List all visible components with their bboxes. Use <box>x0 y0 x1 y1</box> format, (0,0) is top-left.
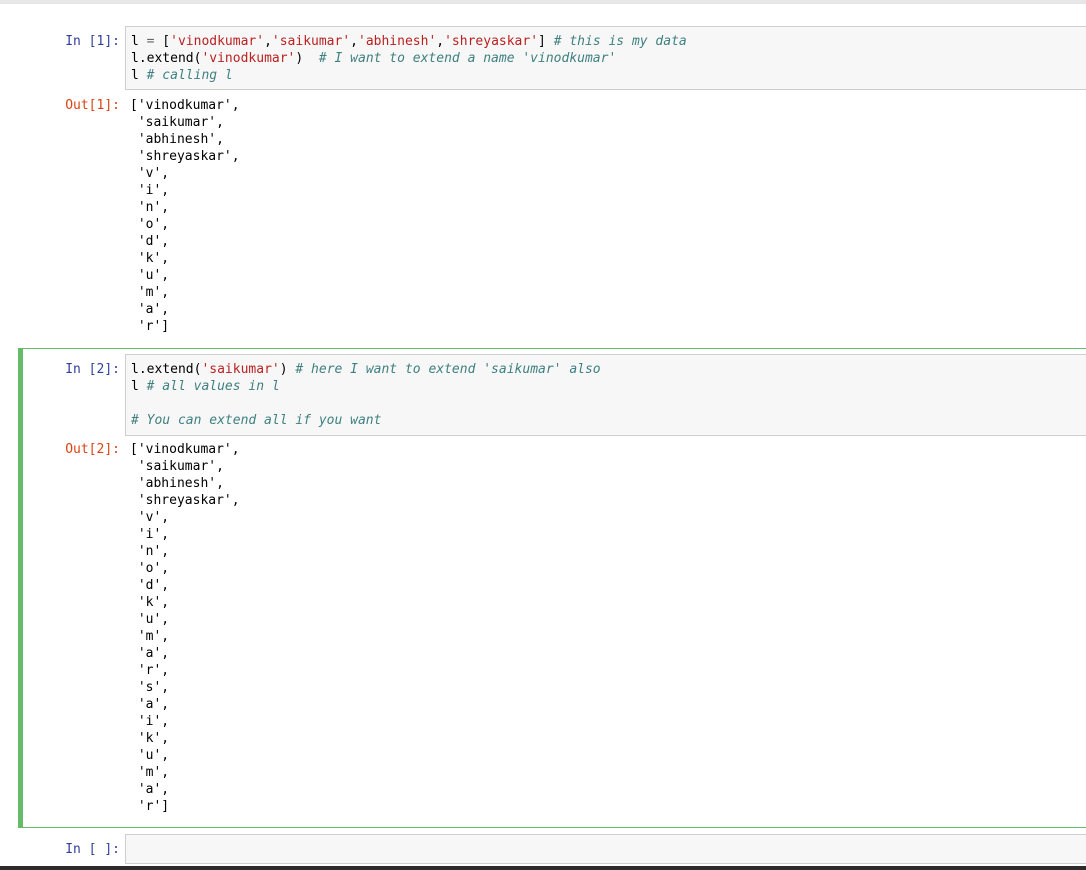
code-string: 'vinodkumar' <box>201 51 296 66</box>
code-token: l <box>131 379 147 394</box>
out-prompt-1: Out[1]: <box>65 98 120 113</box>
output-line: 'r'] <box>130 799 170 814</box>
output-line: 'm', <box>130 629 170 644</box>
in-prompt-2: In [2]: <box>65 362 120 377</box>
code-line: l # all values in l <box>131 378 1081 395</box>
output-line: 'k', <box>130 251 170 266</box>
output-line: 'u', <box>130 612 170 627</box>
code-token: l.extend( <box>131 362 202 377</box>
output-line: 'o', <box>130 561 170 576</box>
code-line: # You can extend all if you want <box>131 412 1081 429</box>
output-line: 'u', <box>130 748 170 763</box>
code-string: 'shreyaskar' <box>444 34 539 49</box>
output-line: 'd', <box>130 578 170 593</box>
code-token: , <box>264 34 272 49</box>
code-token: l <box>131 68 147 83</box>
output-line: 'n', <box>130 200 170 215</box>
code-token: , <box>350 34 358 49</box>
output-line: ['vinodkumar', <box>130 442 240 457</box>
output-line: 'abhinesh', <box>130 476 224 491</box>
code-line: l # calling l <box>131 67 1081 84</box>
code-string: 'saikumar' <box>271 34 351 49</box>
output-line: 'r'] <box>130 319 170 334</box>
code-line: l.extend('saikumar') # here I want to ex… <box>131 361 1081 378</box>
out-prompt-2: Out[2]: <box>65 442 120 457</box>
code-comment: # I want to extend a name 'vinodkumar' <box>318 51 617 66</box>
output-line: 'abhinesh', <box>130 132 224 147</box>
code-line: l = ['vinodkumar','saikumar','abhinesh',… <box>131 33 1081 50</box>
in-prompt-1: In [1]: <box>65 34 120 49</box>
output-line: 'o', <box>130 217 170 232</box>
code-token: [ <box>154 34 171 49</box>
code-comment: # this is my data <box>553 34 687 49</box>
output-line: 'saikumar', <box>130 115 224 130</box>
code-input-3[interactable] <box>125 834 1086 864</box>
output-line: 'm', <box>130 285 170 300</box>
code-token: , <box>436 34 445 49</box>
output-line: 'k', <box>130 731 170 746</box>
code-comment: # calling l <box>146 68 233 83</box>
code-input-1[interactable]: l = ['vinodkumar','saikumar','abhinesh',… <box>125 26 1086 90</box>
output-line: 's', <box>130 680 170 695</box>
output-line: 'i', <box>130 714 170 729</box>
code-cell-1[interactable]: In [1]: l = ['vinodkumar','saikumar','ab… <box>18 26 1086 342</box>
output-line: 'a', <box>130 697 170 712</box>
in-prompt-3: In [ ]: <box>65 842 120 857</box>
output-line: 'n', <box>130 544 170 559</box>
code-cell-2[interactable]: In [2]: l.extend('saikumar') # here I wa… <box>18 348 1086 828</box>
output-line: 'a', <box>130 646 170 661</box>
code-token: l <box>131 34 147 49</box>
code-cell-3[interactable]: In [ ]: <box>18 834 1086 864</box>
output-line: 'r', <box>130 663 170 678</box>
bottom-edge <box>0 866 1086 870</box>
code-token: ) <box>295 51 319 66</box>
output-text-2: ['vinodkumar', 'saikumar', 'abhinesh', '… <box>130 441 1086 815</box>
code-string: 'abhinesh' <box>358 34 437 49</box>
code-token: l.extend( <box>131 51 202 66</box>
code-token: ) <box>279 362 296 377</box>
output-line: 'v', <box>130 166 170 181</box>
output-line: 'k', <box>130 595 170 610</box>
code-string: 'vinodkumar' <box>170 34 265 49</box>
code-input-2[interactable]: l.extend('saikumar') # here I want to ex… <box>125 354 1086 436</box>
code-comment: # here I want to extend 'saikumar' also <box>295 362 601 377</box>
output-line: 'm', <box>130 765 170 780</box>
code-comment: # You can extend all if you want <box>131 413 382 428</box>
code-comment: # all values in l <box>146 379 280 394</box>
toolbar-edge <box>0 0 1086 4</box>
code-string: 'saikumar' <box>201 362 280 377</box>
output-line: 'i', <box>130 527 170 542</box>
code-token: ] <box>538 34 554 49</box>
output-line: 'd', <box>130 234 170 249</box>
code-line: l.extend('vinodkumar') # I want to exten… <box>131 50 1081 67</box>
output-line: 'a', <box>130 302 170 317</box>
output-line: 'a', <box>130 782 170 797</box>
output-line: ['vinodkumar', <box>130 98 240 113</box>
output-line: 'shreyaskar', <box>130 493 240 508</box>
notebook-page: In [1]: l = ['vinodkumar','saikumar','ab… <box>0 0 1086 870</box>
output-line: 'saikumar', <box>130 459 224 474</box>
output-line: 'u', <box>130 268 170 283</box>
output-line: 'shreyaskar', <box>130 149 240 164</box>
output-line: 'v', <box>130 510 170 525</box>
output-line: 'i', <box>130 183 170 198</box>
output-text-1: ['vinodkumar', 'saikumar', 'abhinesh', '… <box>130 97 1086 335</box>
